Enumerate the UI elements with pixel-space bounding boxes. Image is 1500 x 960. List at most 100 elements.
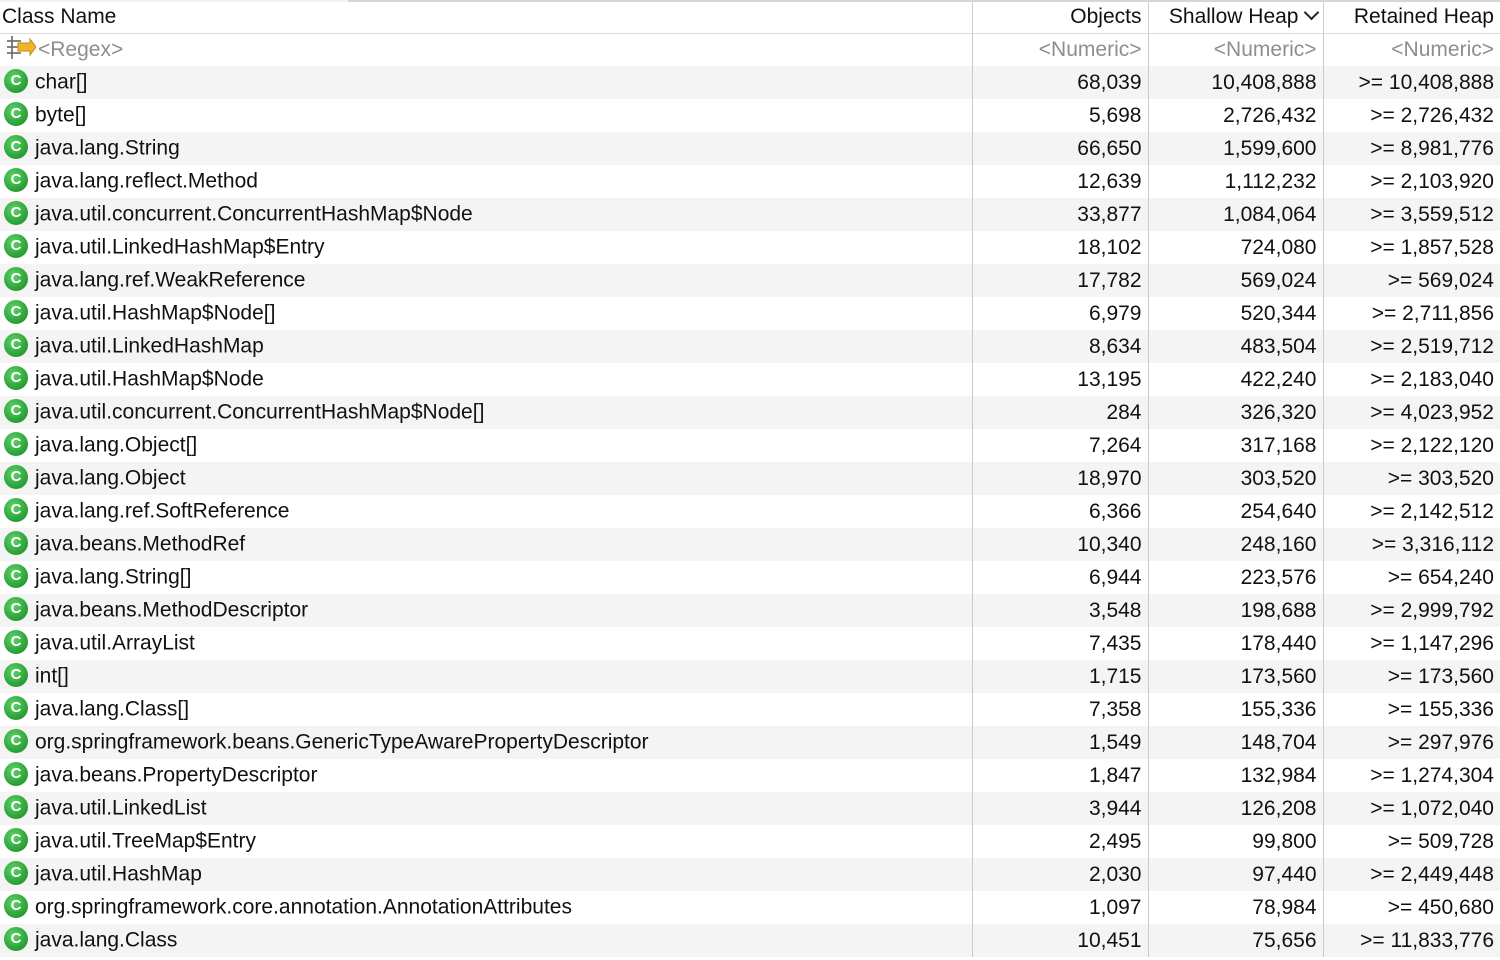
table-row[interactable]: Cjava.util.ArrayList 7,435 178,440 >= 1,147… [0, 627, 1500, 660]
objects-cell: 6,979 [972, 297, 1149, 330]
table-row[interactable]: Cjava.util.LinkedHashMap$Entry 18,102 724,… [0, 231, 1500, 264]
table-row[interactable]: Cjava.lang.String[] 6,944 223,576 >= 654,24… [0, 561, 1500, 594]
table-row[interactable]: Cjava.beans.PropertyDescriptor 1,847 132,9… [0, 759, 1500, 792]
class-name-cell[interactable]: Cchar[] [0, 66, 973, 99]
shallow-heap-cell: 78,984 [1148, 891, 1324, 924]
shallow-heap-cell: 10,408,888 [1148, 66, 1324, 99]
class-name: java.beans.MethodRef [35, 532, 246, 556]
table-row[interactable]: Cjava.lang.String 66,650 1,599,600 >= 8,981… [0, 132, 1500, 165]
table-row[interactable]: Cjava.lang.Object[] 7,264 317,168 >= 2,122,… [0, 429, 1500, 462]
class-name-cell[interactable]: Cjava.util.LinkedList [0, 792, 973, 825]
class-name-cell[interactable]: Cbyte[] [0, 99, 973, 132]
class-icon: C [4, 134, 28, 159]
table-row[interactable]: Cjava.beans.MethodDescriptor 3,548 198,688… [0, 594, 1500, 627]
class-icon: C [4, 794, 28, 819]
regex-filter-icon [7, 35, 36, 59]
shallow-heap-cell: 1,084,064 [1148, 198, 1324, 231]
table-row[interactable]: Cjava.util.HashMap$Node 13,195 422,240 >= 2… [0, 363, 1500, 396]
class-name-cell[interactable]: Cjava.lang.reflect.Method [0, 165, 973, 198]
class-icon: C [4, 695, 28, 720]
table-row[interactable]: Cjava.util.concurrent.ConcurrentHashMap$… [0, 198, 1500, 231]
objects-cell: 1,549 [972, 726, 1149, 759]
objects-cell: 6,944 [972, 561, 1149, 594]
filter-placeholder: <Regex> [38, 37, 124, 61]
table-row[interactable]: Cjava.lang.ref.SoftReference 6,366 254,640… [0, 495, 1500, 528]
class-name-cell[interactable]: Cjava.util.HashMap$Node [0, 363, 973, 396]
class-name-cell[interactable]: Cjava.lang.ref.SoftReference [0, 495, 973, 528]
table-row[interactable]: Corg.springframework.beans.GenericTypeAw… [0, 726, 1500, 759]
shallow-heap-cell: 422,240 [1148, 363, 1324, 396]
table-row[interactable]: Cjava.lang.ref.WeakReference 17,782 569,02… [0, 264, 1500, 297]
class-name-cell[interactable]: Cjava.util.concurrent.ConcurrentHashMap$… [0, 198, 973, 231]
class-name-cell[interactable]: Cjava.lang.String[] [0, 561, 973, 594]
class-name-cell[interactable]: Cjava.util.LinkedHashMap$Entry [0, 231, 973, 264]
class-name-cell[interactable]: Cjava.lang.ref.WeakReference [0, 264, 973, 297]
class-name-cell[interactable]: Cjava.util.HashMap [0, 858, 973, 891]
class-name-cell[interactable]: Cjava.lang.Class[] [0, 693, 973, 726]
class-name-cell[interactable]: Cjava.beans.PropertyDescriptor [0, 759, 973, 792]
shallow-heap-cell: 248,160 [1148, 528, 1324, 561]
class-icon: C [4, 266, 28, 291]
class-icon: C [4, 761, 28, 786]
objects-cell: 2,030 [972, 858, 1149, 891]
class-name-cell[interactable]: Cjava.util.concurrent.ConcurrentHashMap$… [0, 396, 973, 429]
table-row[interactable]: Cjava.beans.MethodRef 10,340 248,160 >= 3,3… [0, 528, 1500, 561]
table-row[interactable]: Cint[] 1,715 173,560 >= 173,560 [0, 660, 1500, 693]
class-icon: C [4, 332, 28, 357]
class-name-cell[interactable]: Cjava.util.TreeMap$Entry [0, 825, 973, 858]
class-name-cell[interactable]: Cjava.util.LinkedHashMap [0, 330, 973, 363]
shallow-heap-filter-input[interactable]: <Numeric> [1148, 33, 1324, 66]
column-header-objects[interactable]: Objects [972, 2, 1149, 34]
table-row[interactable]: Cjava.util.LinkedHashMap 8,634 483,504 >= 2… [0, 330, 1500, 363]
retained-heap-cell: >= 10,408,888 [1323, 66, 1500, 99]
class-name-cell[interactable]: Corg.springframework.core.annotation.Ann… [0, 891, 973, 924]
objects-cell: 7,358 [972, 693, 1149, 726]
class-name-cell[interactable]: Cjava.lang.String [0, 132, 973, 165]
class-name-cell[interactable]: Cjava.util.HashMap$Node[] [0, 297, 973, 330]
table-row[interactable]: Cjava.util.TreeMap$Entry 2,495 99,800 >= 50… [0, 825, 1500, 858]
table-row[interactable]: Cjava.util.HashMap$Node[] 6,979 520,344 >= … [0, 297, 1500, 330]
class-name: java.lang.reflect.Method [35, 169, 258, 193]
retained-heap-filter-input[interactable]: <Numeric> [1323, 33, 1500, 66]
table-row[interactable]: Cjava.util.HashMap 2,030 97,440 >= 2,449,44… [0, 858, 1500, 891]
class-name: java.lang.Class [35, 928, 178, 952]
table-row[interactable]: Cjava.lang.Object 18,970 303,520 >= 303,520 [0, 462, 1500, 495]
class-name-cell[interactable]: Cjava.beans.MethodRef [0, 528, 973, 561]
class-icon: C [4, 728, 28, 753]
shallow-heap-cell: 254,640 [1148, 495, 1324, 528]
class-name: java.lang.ref.WeakReference [35, 268, 306, 292]
column-header-retained-heap[interactable]: Retained Heap [1323, 2, 1500, 34]
class-name-cell[interactable]: Corg.springframework.beans.GenericTypeAw… [0, 726, 973, 759]
retained-heap-cell: >= 1,072,040 [1323, 792, 1500, 825]
objects-cell: 18,102 [972, 231, 1149, 264]
table-row[interactable]: Corg.springframework.core.annotation.Ann… [0, 891, 1500, 924]
table-row[interactable]: Cjava.lang.Class[] 7,358 155,336 >= 155,336 [0, 693, 1500, 726]
table-row[interactable]: Cbyte[] 5,698 2,726,432 >= 2,726,432 [0, 99, 1500, 132]
shallow-heap-cell: 178,440 [1148, 627, 1324, 660]
table-row[interactable]: Cjava.lang.Class 10,451 75,656 >= 11,833,77… [0, 924, 1500, 957]
class-icon: C [4, 299, 28, 324]
column-header-class-name[interactable]: Class Name [0, 2, 973, 34]
class-name-cell[interactable]: Cjava.lang.Object [0, 462, 973, 495]
class-name-filter-input[interactable]: <Regex> [0, 33, 973, 66]
class-name-cell[interactable]: Cint[] [0, 660, 973, 693]
class-icon: C [4, 398, 28, 423]
class-name-cell[interactable]: Cjava.lang.Class [0, 924, 973, 957]
retained-heap-cell: >= 155,336 [1323, 693, 1500, 726]
column-header-shallow-heap[interactable]: Shallow Heap [1148, 2, 1324, 34]
chevron-down-icon[interactable] [1303, 4, 1319, 21]
class-name: java.util.LinkedHashMap [35, 334, 264, 358]
column-header-label: Class Name [2, 5, 117, 29]
class-name-cell[interactable]: Cjava.beans.MethodDescriptor [0, 594, 973, 627]
table-row[interactable]: Cjava.util.LinkedList 3,944 126,208 >= 1,07… [0, 792, 1500, 825]
class-name-cell[interactable]: Cjava.lang.Object[] [0, 429, 973, 462]
class-name: org.springframework.core.annotation.Anno… [35, 895, 572, 919]
filter-placeholder: <Numeric> [1213, 37, 1317, 61]
table-row[interactable]: Cchar[] 68,039 10,408,888 >= 10,408,888 [0, 66, 1500, 99]
table-row[interactable]: Cjava.util.concurrent.ConcurrentHashMap$… [0, 396, 1500, 429]
class-name-cell[interactable]: Cjava.util.ArrayList [0, 627, 973, 660]
shallow-heap-cell: 148,704 [1148, 726, 1324, 759]
table-row[interactable]: Cjava.lang.reflect.Method 12,639 1,112,232… [0, 165, 1500, 198]
objects-cell: 33,877 [972, 198, 1149, 231]
objects-filter-input[interactable]: <Numeric> [972, 33, 1149, 66]
